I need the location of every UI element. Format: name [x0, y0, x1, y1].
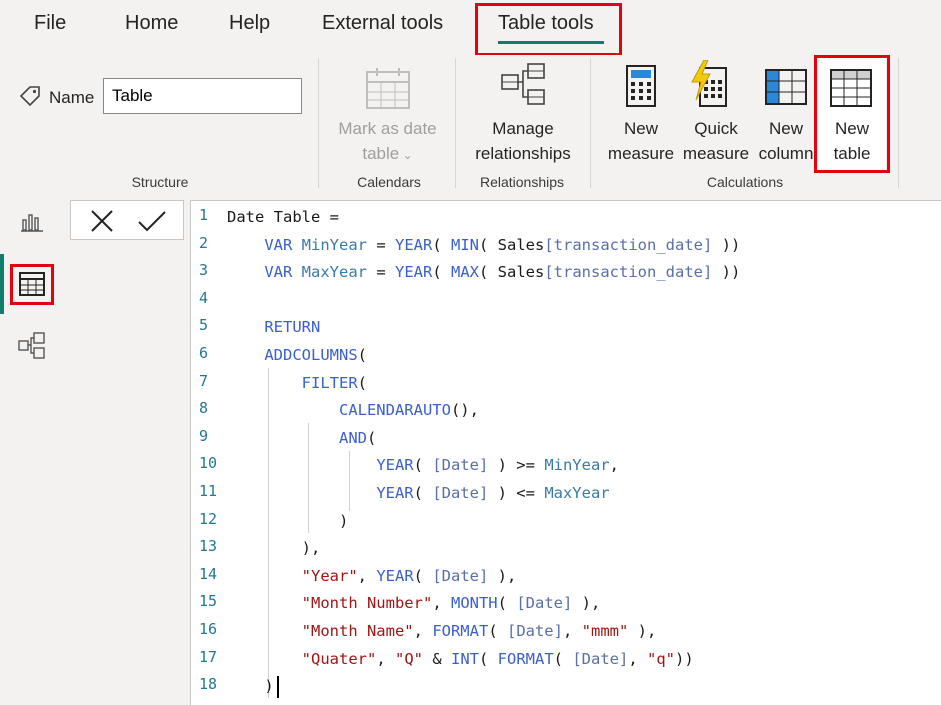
line-number: 11: [199, 482, 218, 500]
table-tools-highlight: [475, 3, 622, 56]
group-label-relationships: Relationships: [479, 174, 565, 190]
close-icon[interactable]: [89, 208, 115, 239]
line-number: 15: [199, 592, 218, 611]
divider: [455, 58, 456, 188]
table-view-highlight: [10, 264, 54, 305]
model-view-icon[interactable]: [18, 332, 46, 365]
code-line: "Month Name", FORMAT( [Date], "mmm" ),: [301, 622, 657, 640]
new-measure-button[interactable]: New measure: [600, 116, 682, 166]
tab-help[interactable]: Help: [229, 12, 270, 35]
code-line: AND(: [338, 428, 377, 447]
tab-home[interactable]: Home: [125, 12, 178, 35]
tab-file[interactable]: File: [34, 12, 66, 35]
code-line: ): [227, 677, 274, 696]
chevron-down-icon: ⌄: [399, 148, 413, 162]
divider: [898, 58, 899, 188]
code-line: Date Table =: [227, 208, 340, 226]
line-number: 1: [199, 206, 209, 224]
line-number: 4: [199, 288, 209, 307]
new-table-highlight: [814, 55, 890, 173]
tab-external-tools[interactable]: External tools: [322, 12, 443, 35]
line-number: 9: [199, 426, 209, 445]
code-line: "Quater", "Q" & INT( FORMAT( [Date], "q"…: [301, 649, 694, 668]
manage-relationships-button[interactable]: Manage relationships: [465, 116, 581, 166]
quick-measure-icon: [690, 59, 730, 113]
line-number: 6: [199, 344, 209, 362]
check-icon[interactable]: [137, 208, 167, 239]
code-line: VAR MinYear = YEAR( MIN( Sales[transacti…: [264, 235, 741, 254]
calendar-icon: [365, 66, 411, 115]
divider: [590, 58, 591, 188]
line-number: 8: [199, 399, 209, 418]
code-line: ADDCOLUMNS(: [264, 346, 367, 364]
mark-as-date-table-button[interactable]: Mark as date table ⌄: [330, 116, 445, 168]
new-column-button[interactable]: New column: [754, 116, 818, 166]
line-number: 14: [199, 564, 218, 583]
code-line: ),: [227, 539, 321, 558]
code-line: RETURN: [264, 318, 321, 337]
tag-icon: [18, 84, 42, 113]
code-line: CALENDARAUTO(),: [338, 401, 479, 420]
line-number: 16: [199, 620, 218, 638]
new-column-icon: [764, 68, 808, 111]
group-label-structure: Structure: [131, 174, 189, 190]
line-number: 17: [199, 647, 218, 666]
divider: [318, 58, 319, 188]
active-view-indicator: [0, 254, 4, 314]
dax-formula-editor[interactable]: 1 Date Table = 2 VAR MinYear = YEAR( MIN( …: [190, 200, 941, 705]
code-line: YEAR( [Date] ) <= MaxYear: [376, 484, 610, 502]
line-number: 18: [199, 675, 218, 694]
group-label-calendars: Calendars: [357, 174, 421, 190]
line-number: 10: [199, 454, 218, 473]
report-view-icon[interactable]: [20, 210, 44, 239]
name-input[interactable]: [103, 78, 302, 114]
relationships-icon: [500, 62, 548, 113]
formula-controls: [70, 200, 184, 240]
code-line: "Year", YEAR( [Date] ),: [301, 566, 517, 585]
calculator-icon: [625, 64, 657, 113]
line-number: 13: [199, 537, 218, 556]
line-number: 12: [199, 509, 218, 528]
line-number: 7: [199, 371, 209, 390]
quick-measure-button[interactable]: Quick measure: [678, 116, 754, 166]
line-number: 5: [199, 316, 209, 335]
text-cursor: [277, 676, 279, 698]
group-label-calculations: Calculations: [706, 174, 784, 190]
code-line: YEAR( [Date] ) >= MinYear,: [376, 456, 619, 475]
code-line: ): [227, 511, 349, 530]
code-line: VAR MaxYear = YEAR( MAX( Sales[transacti…: [264, 263, 741, 282]
code-line: FILTER(: [301, 373, 367, 392]
code-line: "Month Number", MONTH( [Date] ),: [301, 594, 601, 613]
name-label: Name: [49, 88, 95, 107]
line-number: 2: [199, 233, 209, 252]
line-number: 3: [199, 261, 209, 280]
